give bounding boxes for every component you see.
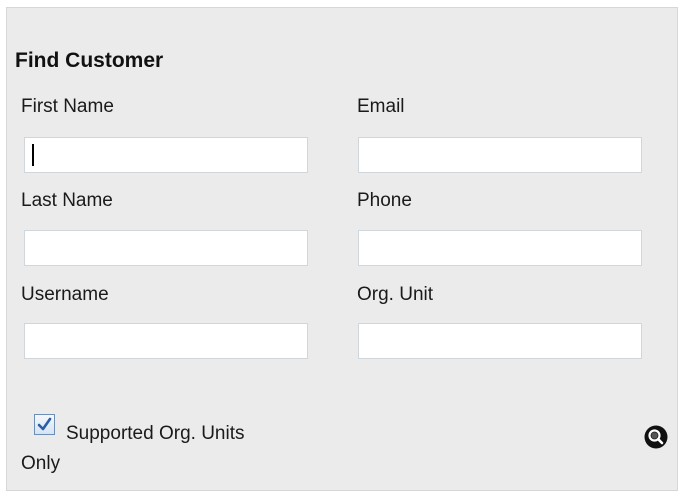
text-caret — [32, 144, 34, 166]
last-name-input[interactable] — [24, 230, 308, 266]
supported-org-units-label: Supported Org. Units — [66, 423, 245, 444]
magnifier-icon — [644, 425, 668, 449]
last-name-label: Last Name — [21, 190, 113, 211]
form-title: Find Customer — [15, 49, 164, 72]
org-unit-label: Org. Unit — [357, 284, 434, 305]
username-input[interactable] — [24, 323, 308, 359]
first-name-label: First Name — [21, 96, 114, 117]
first-name-input[interactable] — [24, 137, 308, 173]
phone-label: Phone — [357, 190, 412, 211]
search-button[interactable] — [644, 425, 668, 449]
org-unit-input[interactable] — [358, 323, 642, 359]
username-label: Username — [21, 284, 109, 305]
email-input[interactable] — [358, 137, 642, 173]
checkmark-icon — [37, 417, 52, 431]
supported-org-units-checkbox[interactable] — [34, 414, 55, 435]
supported-org-units-label-continued: Only — [21, 453, 61, 474]
phone-input[interactable] — [358, 230, 642, 266]
first-name-field-wrap — [24, 137, 308, 173]
email-label: Email — [357, 96, 405, 117]
